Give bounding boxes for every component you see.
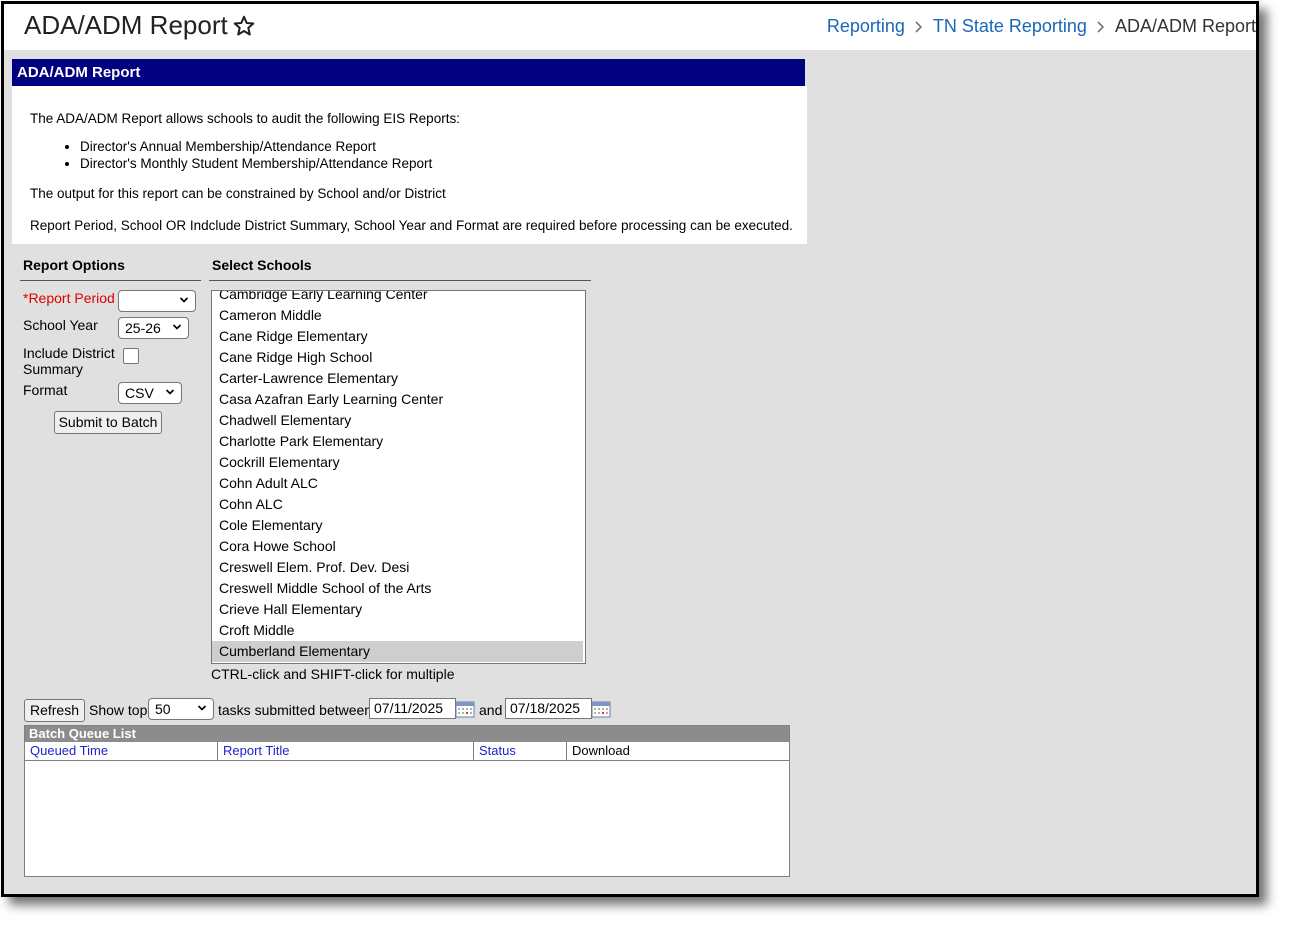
chevron-down-icon [179,297,189,303]
chevron-down-icon [172,324,182,330]
school-option[interactable]: Croft Middle [212,620,583,641]
school-option[interactable]: Creswell Elem. Prof. Dev. Desi [212,557,583,578]
panel-header: ADA/ADM Report [12,59,805,86]
select-schools-heading: Select Schools [209,257,591,281]
district-summary-label-line1: Include District [23,345,115,361]
batch-queue-list: Batch Queue List Queued Time Report Titl… [24,725,790,877]
star-icon[interactable] [232,14,256,38]
school-option[interactable]: Cohn Adult ALC [212,473,583,494]
school-option[interactable]: Cumberland Elementary [212,641,583,662]
breadcrumb-current: ADA/ADM Report [1114,16,1256,36]
school-year-select[interactable]: 25-26 [118,317,189,339]
school-listbox[interactable]: Cambridge Early Learning Center Cameron M… [211,290,586,664]
report-options-heading: Report Options [20,257,201,281]
show-top-value: 50 [155,701,171,717]
calendar-icon[interactable] [591,700,611,718]
column-download: Download [572,743,630,758]
description-intro: The ADA/ADM Report allows schools to aud… [30,111,460,126]
column-queued-time[interactable]: Queued Time [25,742,218,760]
page-title: ADA/ADM Report [24,10,228,40]
school-option[interactable]: Charlotte Park Elementary [212,431,583,452]
school-option[interactable]: Creswell Middle School of the Arts [212,578,583,599]
school-option[interactable]: Cohn ALC [212,494,583,515]
submit-to-batch-button[interactable]: Submit to Batch [54,411,162,434]
district-summary-checkbox[interactable] [123,348,139,364]
school-option[interactable]: Chadwell Elementary [212,410,583,431]
column-report-title[interactable]: Report Title [218,742,474,760]
report-description: The ADA/ADM Report allows schools to aud… [12,86,807,244]
breadcrumb: Reporting TN State Reporting ADA/ADM Rep… [827,16,1256,37]
multi-select-hint: CTRL-click and SHIFT-click for multiple [211,666,455,682]
refresh-button[interactable]: Refresh [24,699,85,722]
school-option[interactable]: Cockrill Elementary [212,452,583,473]
chevron-down-icon [197,705,207,711]
school-option[interactable]: Cane Ridge High School [212,347,583,368]
chevron-right-icon [905,20,933,34]
batch-queue-title: Batch Queue List [25,726,789,742]
chevron-down-icon [165,389,175,395]
school-option[interactable]: Cambridge Early Learning Center [212,291,583,305]
school-option[interactable]: Cora Howe School [212,536,583,557]
end-date-input[interactable]: 07/18/2025 [505,698,592,719]
list-item: Director's Monthly Student Membership/At… [80,155,432,172]
app-window: ADA/ADM Report Reporting TN State Report… [1,1,1259,897]
school-option[interactable]: Carter-Lawrence Elementary [212,368,583,389]
start-date-input[interactable]: 07/11/2025 [369,698,456,719]
format-select[interactable]: CSV [118,382,182,404]
breadcrumb-reporting[interactable]: Reporting [827,16,905,37]
school-option[interactable]: Cane Ridge Elementary [212,326,583,347]
column-status[interactable]: Status [474,742,567,760]
school-option[interactable]: Casa Azafran Early Learning Center [212,389,583,410]
show-top-label: Show top [89,702,148,718]
top-bar: ADA/ADM Report Reporting TN State Report… [4,4,1256,50]
school-option[interactable]: Cameron Middle [212,305,583,326]
district-summary-label: Include District Summary [23,345,115,377]
breadcrumb-tn-state-reporting[interactable]: TN State Reporting [933,16,1087,37]
calendar-icon[interactable] [455,700,475,718]
format-label: Format [23,382,68,398]
format-value: CSV [125,385,154,401]
report-period-label: *Report Period [23,290,115,306]
school-option[interactable]: Crieve Hall Elementary [212,599,583,620]
eis-report-list: Director's Annual Membership/Attendance … [52,138,432,172]
school-option[interactable]: Cole Elementary [212,515,583,536]
school-year-label: School Year [23,317,98,333]
batch-queue-columns: Queued Time Report Title Status Download [25,742,789,761]
school-year-value: 25-26 [125,320,161,336]
district-summary-label-line2: Summary [23,361,83,377]
description-requirements: Report Period, School OR Indclude Distri… [30,218,793,233]
list-item: Director's Annual Membership/Attendance … [80,138,432,155]
and-label: and [479,702,503,718]
report-period-select[interactable] [118,290,196,312]
show-top-select[interactable]: 50 [148,698,214,720]
chevron-right-icon [1087,20,1115,34]
description-constraint: The output for this report can be constr… [30,186,446,201]
between-label: tasks submitted between [218,702,373,718]
